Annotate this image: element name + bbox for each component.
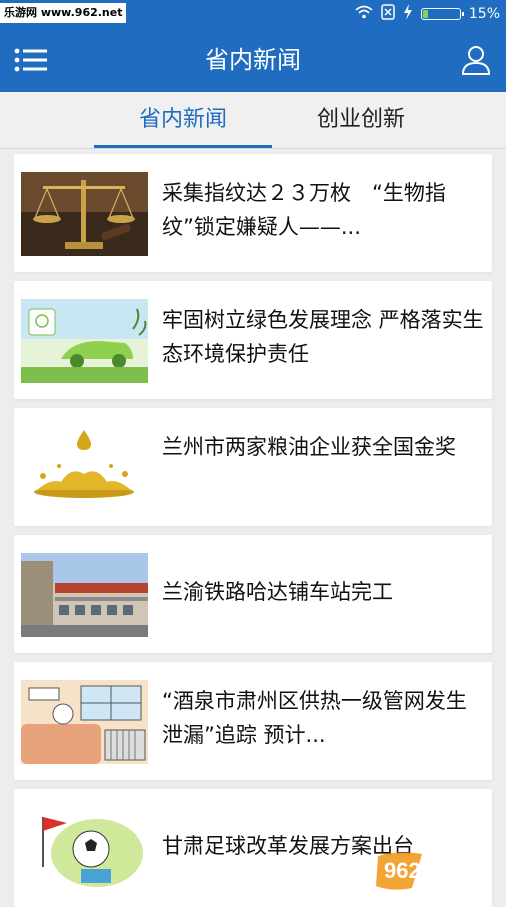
tab-bar: 省内新闻 创业创新 bbox=[0, 92, 506, 149]
battery-percent: 15% bbox=[468, 6, 500, 22]
green-car-cartoon-image bbox=[21, 299, 148, 383]
tab-entrepreneurship[interactable]: 创业创新 bbox=[272, 92, 450, 148]
active-tab-indicator bbox=[94, 145, 272, 148]
railway-station-image bbox=[21, 553, 148, 637]
news-item[interactable]: 牢固树立绿色发展理念 严格落实生态环境保护责任 bbox=[14, 281, 492, 399]
watermark-text: 乐游网 www.962.net bbox=[0, 3, 127, 23]
battery-fill bbox=[422, 10, 428, 18]
news-item[interactable]: 兰渝铁路哈达铺车站完工 bbox=[14, 535, 492, 653]
status-bar: 乐游网 www.962.net 15% bbox=[0, 0, 506, 28]
page-title: 省内新闻 bbox=[205, 46, 301, 74]
no-sim-icon bbox=[381, 4, 395, 24]
golden-oil-splash-image bbox=[21, 426, 148, 510]
news-item[interactable]: “酒泉市肃州区供热一级管网发生泄漏”追踪 预计... bbox=[14, 662, 492, 780]
news-headline: “酒泉市肃州区供热一级管网发生泄漏”追踪 预计... bbox=[162, 689, 467, 747]
charging-icon bbox=[403, 4, 413, 24]
news-headline: 采集指纹达２３万枚 “生物指纹”锁定嫌疑人——... bbox=[162, 181, 446, 239]
battery-icon bbox=[420, 8, 464, 20]
watermark-logo: 962.NET 乐游网 bbox=[372, 848, 500, 894]
heating-cartoon-image bbox=[21, 680, 148, 764]
user-button[interactable] bbox=[460, 44, 492, 76]
scales-of-justice-image bbox=[21, 172, 148, 256]
news-headline: 兰渝铁路哈达铺车站完工 bbox=[162, 580, 393, 604]
news-item[interactable]: 采集指纹达２３万枚 “生物指纹”锁定嫌疑人——... bbox=[14, 154, 492, 272]
app-header: 省内新闻 bbox=[0, 28, 506, 92]
tab-provincial-news[interactable]: 省内新闻 bbox=[94, 92, 272, 148]
news-item[interactable]: 兰州市两家粮油企业获全国金奖 bbox=[14, 408, 492, 526]
news-headline: 牢固树立绿色发展理念 严格落实生态环境保护责任 bbox=[162, 308, 484, 366]
watermark-caption: 乐游网 bbox=[456, 880, 489, 893]
wifi-icon bbox=[355, 5, 373, 23]
football-cartoon-image bbox=[21, 807, 148, 891]
user-icon bbox=[461, 46, 491, 75]
news-headline: 兰州市两家粮油企业获全国金奖 bbox=[162, 435, 456, 459]
